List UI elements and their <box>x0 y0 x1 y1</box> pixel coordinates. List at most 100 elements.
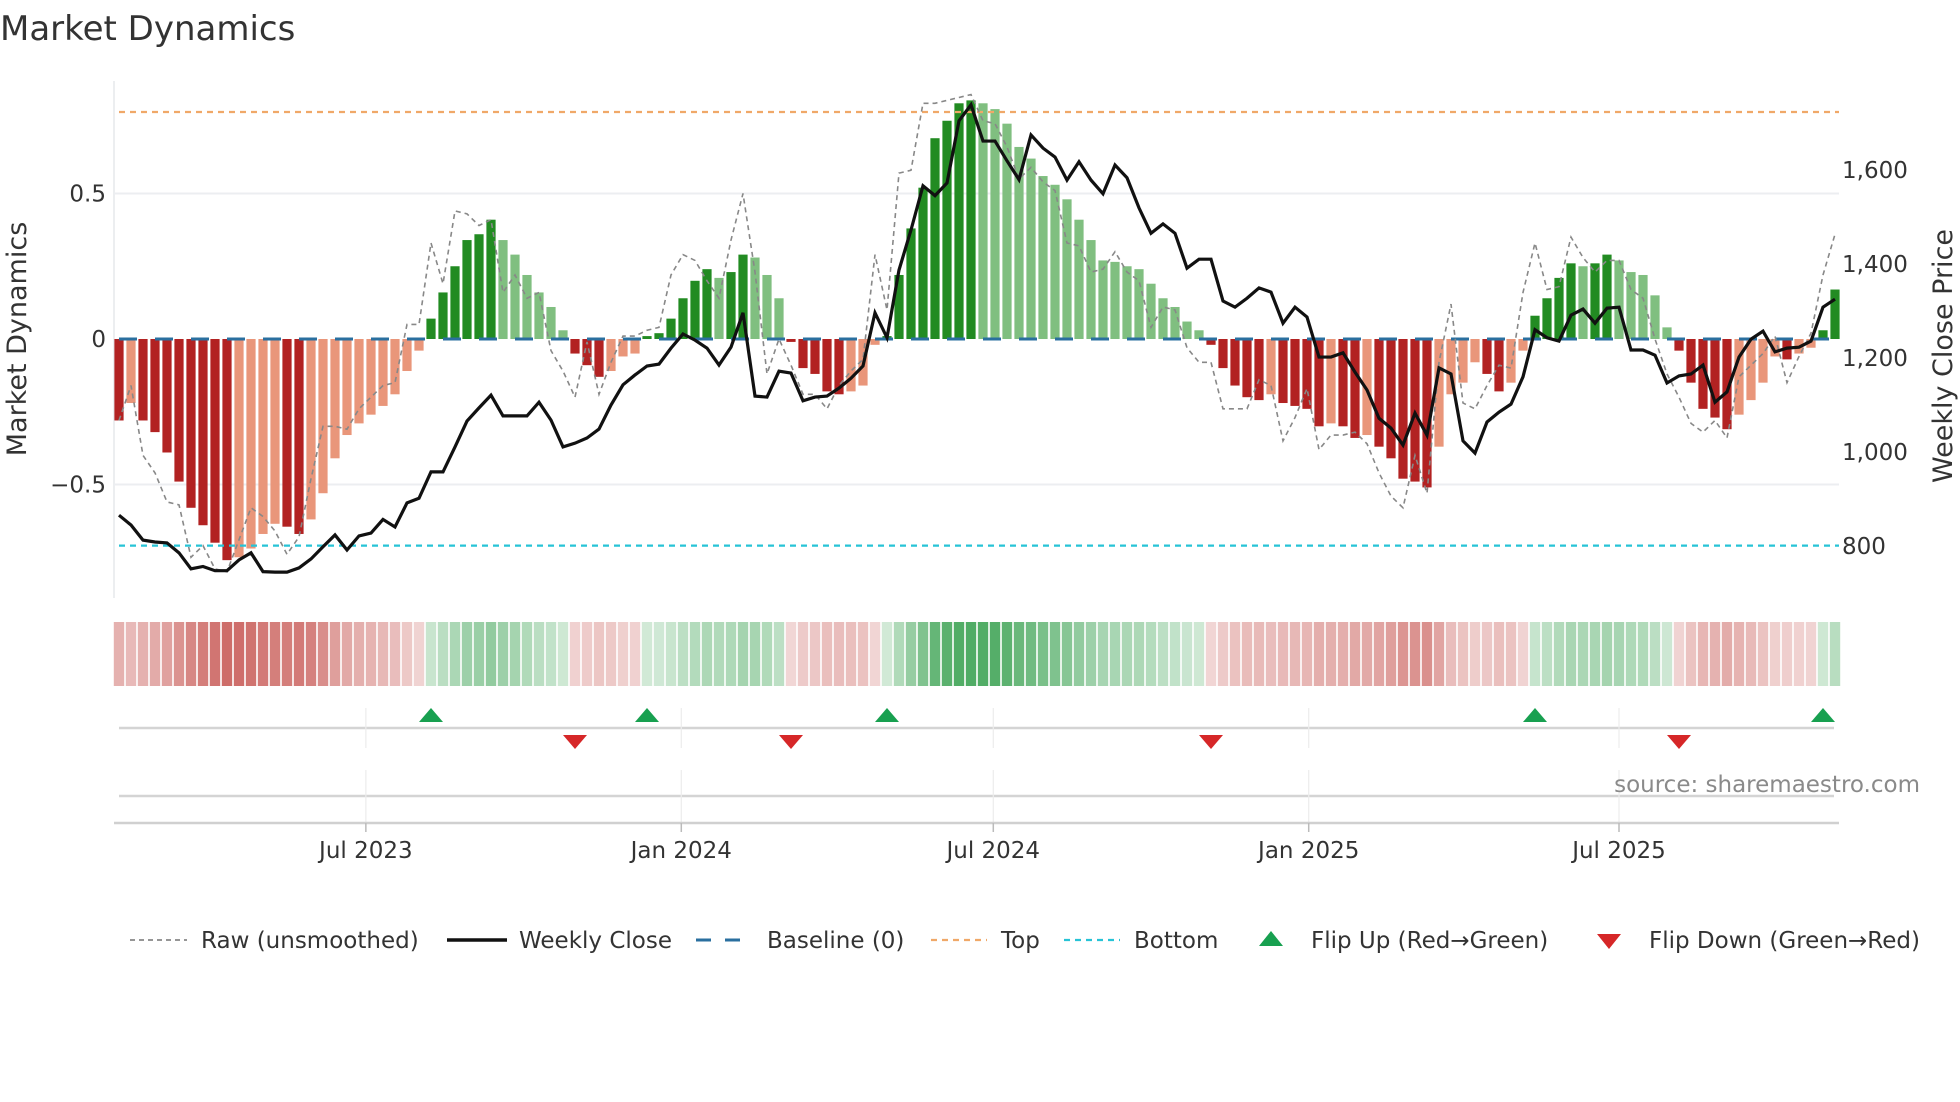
dynamics-bar <box>690 280 700 339</box>
dynamics-bar <box>378 339 388 406</box>
y-axis-label: Market Dynamics <box>2 222 33 457</box>
heat-cell <box>629 622 641 686</box>
heat-cell <box>773 622 785 686</box>
dynamics-bar <box>294 339 304 534</box>
flip-up-marker <box>635 708 659 722</box>
heat-cell <box>1409 622 1421 686</box>
heat-cell <box>1781 622 1793 686</box>
dynamics-bar <box>258 339 268 534</box>
dynamics-bar <box>1134 269 1144 339</box>
heat-cell <box>233 622 245 686</box>
heat-cell <box>1577 622 1589 686</box>
heat-cell <box>1505 622 1517 686</box>
heat-cell <box>509 622 521 686</box>
heat-cell <box>1673 622 1685 686</box>
heat-cell <box>1661 622 1673 686</box>
heat-cell <box>1229 622 1241 686</box>
heat-cell <box>173 622 185 686</box>
dynamics-bar <box>774 298 784 339</box>
dynamics-bar <box>930 138 940 339</box>
heat-cell <box>809 622 821 686</box>
heat-cell <box>1637 622 1649 686</box>
heat-cell <box>989 622 1001 686</box>
dynamics-bar <box>1518 339 1528 351</box>
dynamics-bar <box>966 100 976 339</box>
heat-cell <box>593 622 605 686</box>
dynamics-bar <box>114 339 124 421</box>
heat-cell <box>125 622 137 686</box>
heat-cell <box>1121 622 1133 686</box>
dynamics-bar <box>1254 339 1264 401</box>
flip-markers <box>119 708 1835 822</box>
y2-tick-label: 1,600 <box>1842 158 1908 184</box>
y2-tick-label: 1,000 <box>1842 440 1908 466</box>
dynamics-bar <box>1650 295 1660 339</box>
heat-cell <box>1061 622 1073 686</box>
dynamics-bar <box>162 339 172 453</box>
dynamics-bar <box>510 254 520 339</box>
heat-cell <box>665 622 677 686</box>
heat-cell <box>1181 622 1193 686</box>
heat-cell <box>1565 622 1577 686</box>
legend-item: Flip Down (Green→Red) <box>1597 928 1920 954</box>
x-tick-label: Jul 2024 <box>944 838 1040 864</box>
dynamics-bar <box>1350 339 1360 438</box>
dynamics-bar <box>234 339 244 558</box>
dynamics-bar <box>414 339 424 351</box>
heat-cell <box>1613 622 1625 686</box>
dynamics-bar <box>210 339 220 543</box>
heat-cell <box>1277 622 1289 686</box>
heat-cell <box>617 622 629 686</box>
flip-up-marker <box>419 708 443 722</box>
dynamics-bar <box>282 339 292 527</box>
heat-cell <box>353 622 365 686</box>
legend-label: Raw (unsmoothed) <box>201 928 419 954</box>
legend-item: Flip Up (Red→Green) <box>1259 928 1548 954</box>
source-label: source: sharemaestro.com <box>1614 772 1920 798</box>
legend-item: Top <box>931 928 1040 954</box>
heat-cell <box>149 622 161 686</box>
legend-label: Flip Up (Red→Green) <box>1311 928 1548 954</box>
heat-cell <box>1793 622 1805 686</box>
chart-title: Market Dynamics <box>0 9 295 49</box>
dynamics-bar <box>462 240 472 339</box>
heat-cell <box>365 622 377 686</box>
dynamics-bar <box>1374 339 1384 447</box>
legend-item: Weekly Close <box>447 928 672 954</box>
heat-cell <box>1325 622 1337 686</box>
heat-cell <box>113 622 125 686</box>
heat-cell <box>761 622 773 686</box>
dynamics-bar <box>630 339 640 354</box>
flip-down-marker <box>779 735 803 749</box>
heat-cell <box>1385 622 1397 686</box>
heat-cell <box>1133 622 1145 686</box>
heat-cell <box>1397 622 1409 686</box>
dynamics-bar <box>1710 339 1720 418</box>
heat-cell <box>1529 622 1541 686</box>
heat-cell <box>1589 622 1601 686</box>
flip-up-legend-icon <box>1259 931 1283 946</box>
dynamics-bar <box>570 339 580 354</box>
heat-cell <box>1373 622 1385 686</box>
heat-cell <box>1313 622 1325 686</box>
legend-label: Baseline (0) <box>767 928 904 954</box>
dynamics-bar <box>138 339 148 421</box>
dynamics-bar <box>1278 339 1288 404</box>
heat-cell <box>1481 622 1493 686</box>
heat-cell <box>1625 622 1637 686</box>
heat-cell <box>1169 622 1181 686</box>
heat-cell <box>461 622 473 686</box>
heat-cell <box>1109 622 1121 686</box>
dynamics-bar <box>186 339 196 508</box>
heat-cell <box>1601 622 1613 686</box>
heat-cell <box>833 622 845 686</box>
dynamics-bar <box>1218 339 1228 369</box>
dynamics-bar <box>1122 266 1132 339</box>
heat-cell <box>785 622 797 686</box>
dynamics-bar <box>450 266 460 339</box>
flip-down-marker <box>1199 735 1223 749</box>
heat-cell <box>881 622 893 686</box>
dynamics-bars <box>114 100 1840 561</box>
legend-label: Bottom <box>1134 928 1218 954</box>
dynamics-bar <box>1038 176 1048 339</box>
